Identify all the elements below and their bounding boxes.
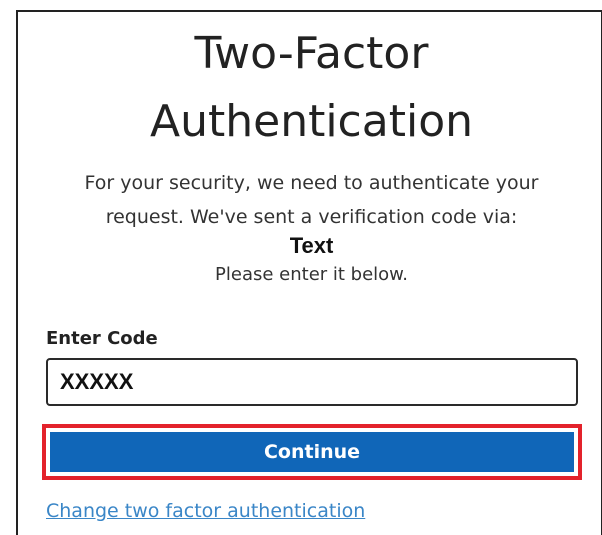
enter-code-label: Enter Code [46,328,158,349]
security-message-line2: request. We've sent a verification code … [105,206,518,228]
code-input[interactable] [46,358,578,406]
security-message-line1: For your security, we need to authentica… [84,172,539,194]
auth-panel: Two-Factor Authentication For your secur… [16,10,602,535]
continue-highlight: Continue [42,424,582,480]
page-title-line1: Two-Factor [194,28,429,79]
continue-button[interactable]: Continue [50,432,574,472]
change-2fa-link[interactable]: Change two factor authentication [46,500,365,522]
enter-instruction: Please enter it below. [215,264,408,285]
page-title-line2: Authentication [150,96,473,147]
verification-method: Text [289,233,334,258]
